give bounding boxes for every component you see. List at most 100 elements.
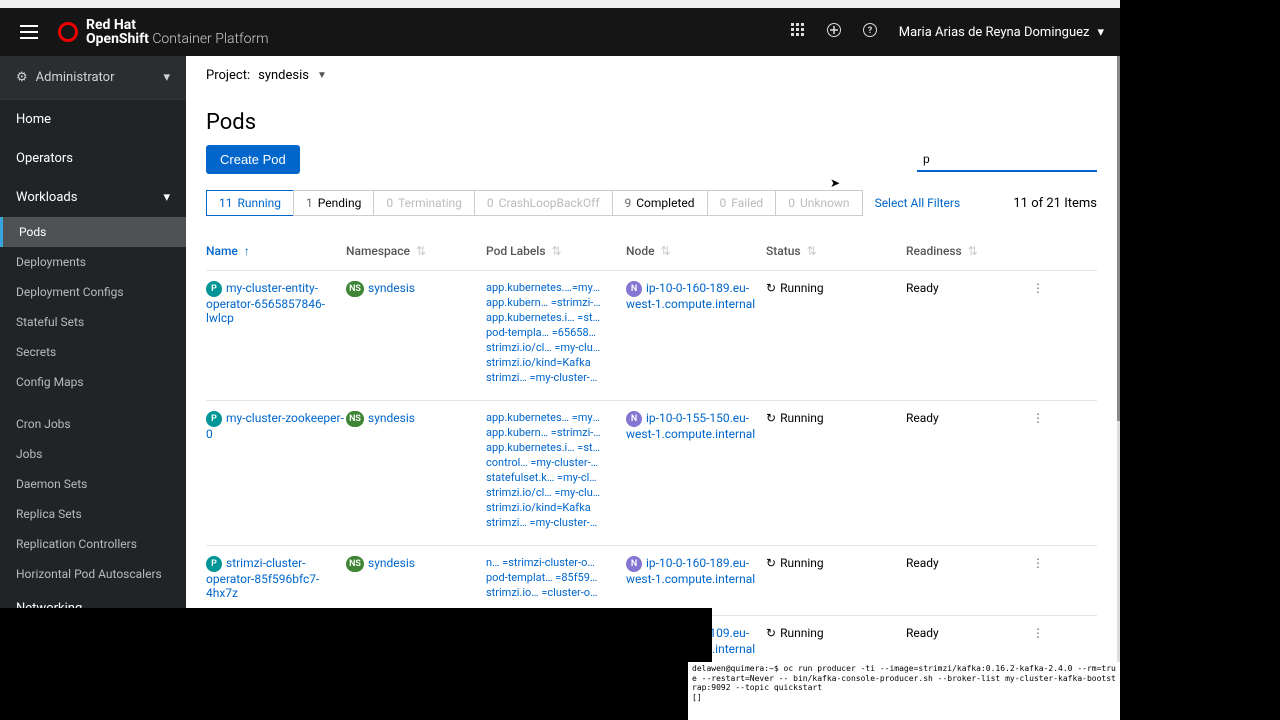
sidebar: ⚙ Administrator ▾ Home Operators Workload… [0, 56, 186, 664]
kebab-menu[interactable]: ⋮ [1026, 279, 1050, 297]
nav-workloads[interactable]: Workloads▾ [0, 178, 186, 217]
perspective-label: Administrator [36, 70, 115, 85]
ns-badge-icon: NS [346, 411, 364, 427]
pod-label[interactable]: n… =strimzi-cluster-o… [486, 556, 601, 569]
sidebar-item-horizontal-pod-autoscalers[interactable]: Horizontal Pod Autoscalers [0, 559, 186, 589]
chevron-down-icon: ▾ [163, 190, 170, 205]
sidebar-item-pods[interactable]: Pods [0, 217, 186, 247]
sidebar-item-daemon-sets[interactable]: Daemon Sets [0, 469, 186, 499]
pod-label[interactable]: strimzi.io/cl… =my-clu… [486, 486, 601, 499]
filter-crashloopbackoff[interactable]: 0CrashLoopBackOff [474, 190, 613, 216]
pod-label[interactable]: strimzi… =my-cluster-… [486, 516, 601, 529]
pod-label[interactable]: strimzi.io/cl… =my-clu… [486, 341, 601, 354]
status-text: Running [780, 281, 824, 295]
sidebar-item-jobs[interactable]: Jobs [0, 439, 186, 469]
project-selector[interactable]: Project: syndesis ▼ [186, 56, 1117, 96]
status-text: Running [780, 411, 824, 425]
kebab-menu[interactable]: ⋮ [1026, 554, 1050, 572]
pod-label[interactable]: statefulset.k… =my-clu… [486, 471, 601, 484]
namespace-link[interactable]: syndesis [368, 556, 415, 570]
brand-logo: Red Hat OpenShift Container Platform [58, 17, 269, 47]
namespace-link[interactable]: syndesis [368, 281, 415, 295]
sidebar-item-stateful-sets[interactable]: Stateful Sets [0, 307, 186, 337]
hamburger-icon[interactable] [16, 21, 42, 43]
page-title: Pods [186, 96, 1117, 145]
sort-asc-icon: ↑ [244, 244, 250, 258]
node-badge-icon: N [626, 556, 642, 572]
filter-failed[interactable]: 0Failed [707, 190, 777, 216]
pod-label[interactable]: app.kubern… =strimzi-… [486, 426, 601, 439]
filter-unknown[interactable]: 0Unknown [775, 190, 862, 216]
pod-label[interactable]: app.kubernetes… =my-… [486, 411, 601, 424]
brand-subtitle: Container Platform [152, 31, 268, 47]
sidebar-item-deployments[interactable]: Deployments [0, 247, 186, 277]
filter-pending[interactable]: 1Pending [293, 190, 374, 216]
col-status[interactable]: Status [766, 244, 801, 258]
sidebar-item-config-maps[interactable]: Config Maps [0, 367, 186, 397]
kebab-menu[interactable]: ⋮ [1026, 409, 1050, 427]
create-pod-button[interactable]: Create Pod [206, 145, 300, 174]
pod-label[interactable]: strimzi.io/kind=Kafka [486, 501, 601, 514]
user-menu[interactable]: Maria Arias de Reyna Dominguez ▾ [899, 25, 1104, 40]
gear-icon: ⚙ [16, 70, 28, 85]
scrollbar[interactable] [1117, 56, 1120, 664]
sidebar-item-replication-controllers[interactable]: Replication Controllers [0, 529, 186, 559]
filter-completed[interactable]: 9Completed [612, 190, 708, 216]
sidebar-item-replica-sets[interactable]: Replica Sets [0, 499, 186, 529]
node-link[interactable]: ip-10-0-160-189.eu-west-1.compute.intern… [626, 281, 755, 311]
pod-name-link[interactable]: strimzi-cluster-operator-85f596bfc7-4hx7… [206, 556, 319, 600]
sidebar-item-secrets[interactable]: Secrets [0, 337, 186, 367]
perspective-switcher[interactable]: ⚙Administrator ▾ [0, 56, 186, 99]
filter-terminating[interactable]: 0Terminating [373, 190, 475, 216]
project-value: syndesis [258, 68, 309, 83]
pod-name-link[interactable]: my-cluster-zookeeper-0 [206, 411, 344, 441]
pod-label[interactable]: app.kubernetes.i… =stri… [486, 311, 601, 324]
pod-label[interactable]: strimzi… =my-cluster-e… [486, 371, 601, 384]
pod-label[interactable]: pod-templa… =65658… [486, 326, 601, 339]
node-badge-icon: N [626, 281, 642, 297]
pod-label[interactable]: app.kubernetes.i… =stri… [486, 441, 601, 454]
terminal-output: delawen@quimera:~$ oc run producer -ti -… [688, 662, 1120, 720]
pod-name-link[interactable]: my-cluster-entity-operator-6565857846-lw… [206, 281, 325, 325]
nav-operators[interactable]: Operators [0, 139, 186, 178]
select-all-filters[interactable]: Select All Filters [875, 196, 961, 210]
col-name[interactable]: Name [206, 244, 238, 258]
kebab-menu[interactable]: ⋮ [1026, 624, 1050, 642]
redhat-icon [58, 22, 78, 42]
nav-home[interactable]: Home [0, 100, 186, 139]
readiness-text: Ready [906, 411, 1026, 531]
table-row: Pmy-cluster-entity-operator-6565857846-l… [206, 271, 1097, 401]
sidebar-item-cron-jobs[interactable]: Cron Jobs [0, 409, 186, 439]
pod-label[interactable]: pod-templat… =85f59… [486, 571, 601, 584]
sidebar-item-deployment-configs[interactable]: Deployment Configs [0, 277, 186, 307]
apps-grid-icon[interactable] [791, 23, 805, 41]
readiness-text: Ready [906, 626, 1026, 664]
chevron-down-icon: ▾ [1097, 25, 1104, 40]
readiness-text: Ready [906, 281, 1026, 386]
ns-badge-icon: NS [346, 556, 364, 572]
pod-label[interactable]: control… =my-cluster-… [486, 456, 601, 469]
table-row: Pstrimzi-cluster-operator-85f596bfc7-4hx… [206, 546, 1097, 616]
col-namespace[interactable]: Namespace [346, 244, 410, 258]
pod-label[interactable]: app.kubernetes.…=my-… [486, 281, 601, 294]
col-readiness[interactable]: Readiness [906, 244, 962, 258]
items-count: 11 of 21 Items [1013, 196, 1097, 211]
node-link[interactable]: ip-10-0-160-189.eu-west-1.compute.intern… [626, 556, 755, 586]
filter-running[interactable]: 11Running [206, 190, 294, 216]
plus-icon[interactable] [827, 23, 841, 41]
project-label: Project: [206, 68, 250, 83]
pod-badge-icon: P [206, 411, 222, 427]
namespace-link[interactable]: syndesis [368, 411, 415, 425]
pod-label[interactable]: app.kubern… =strimzi-… [486, 296, 601, 309]
col-labels[interactable]: Pod Labels [486, 244, 546, 258]
node-link[interactable]: ip-10-0-155-150.eu-west-1.compute.intern… [626, 411, 755, 441]
col-node[interactable]: Node [626, 244, 655, 258]
pod-label[interactable]: strimzi.io/kind=Kafka [486, 356, 601, 369]
readiness-text: Ready [906, 556, 1026, 601]
sync-icon: ↻ [766, 411, 776, 425]
svg-text:?: ? [867, 26, 872, 36]
brand-product: OpenShift [86, 31, 152, 47]
filter-input[interactable] [917, 148, 1097, 172]
pod-label[interactable]: strimzi.io… =cluster-op… [486, 586, 601, 599]
help-icon[interactable]: ? [863, 23, 877, 41]
